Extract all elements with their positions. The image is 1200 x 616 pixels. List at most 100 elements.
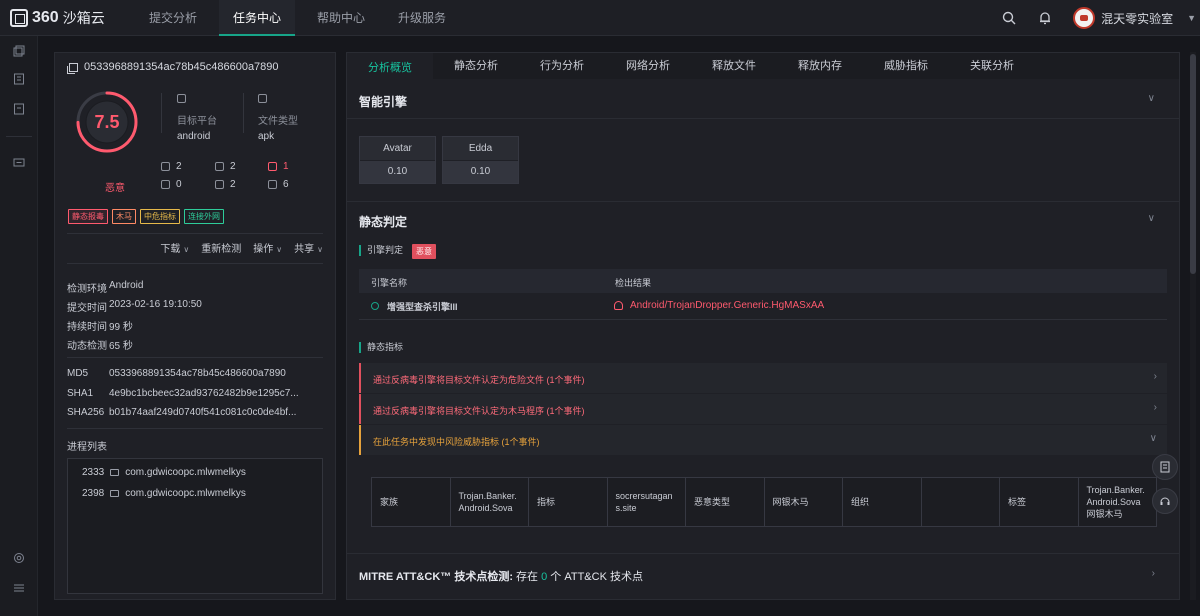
verdict-label: 恶意 xyxy=(105,183,125,194)
tab-overview[interactable]: 分析概览 xyxy=(347,53,433,79)
family-label: 家族 xyxy=(372,478,451,526)
ioc-detail-grid: 家族 Trojan.Banker.Android.Sova 指标 socrers… xyxy=(371,477,1157,527)
user-name[interactable]: 混天零实验室 xyxy=(1101,10,1173,27)
left-rail xyxy=(0,36,38,616)
chevron-right-icon[interactable]: › xyxy=(1152,568,1155,579)
tab-behavior[interactable]: 行为分析 xyxy=(519,53,605,79)
tab-network[interactable]: 网络分析 xyxy=(605,53,691,79)
list-item[interactable]: 2333 com.gdwicoopc.mlwmelkys xyxy=(82,467,246,478)
engine-table-header: 引擎名称 检出结果 xyxy=(359,269,1167,293)
engine-card-avatar: Avatar 0.10 xyxy=(359,136,436,184)
report-rail-icon[interactable] xyxy=(12,72,26,86)
copy-rail-icon[interactable] xyxy=(12,44,26,58)
top-icons: 混天零实验室 ▼ xyxy=(1001,0,1200,36)
report-icon xyxy=(1160,461,1170,473)
chevron-right-icon: › xyxy=(1153,371,1157,382)
indicator-row[interactable]: 通过反病毒引擎将目标文件认定为危险文件 (1个事件) › xyxy=(359,363,1167,393)
report-float-button[interactable] xyxy=(1152,454,1178,480)
stat-docs[interactable]: 0 xyxy=(161,179,182,190)
stat-layers[interactable]: 6 xyxy=(268,179,289,190)
platform-value: android xyxy=(177,131,211,142)
stat-behavior[interactable]: 2 xyxy=(161,161,182,172)
bug-icon xyxy=(614,301,623,310)
tab-threat-indicators[interactable]: 威胁指标 xyxy=(863,53,949,79)
network-icon xyxy=(215,180,224,189)
copy-icon[interactable] xyxy=(67,62,78,74)
threat-score: 7.5 xyxy=(94,111,120,132)
chevron-right-icon: › xyxy=(1153,402,1157,413)
process-list-title: 进程列表 xyxy=(67,442,107,453)
android-icon xyxy=(177,94,186,103)
filetype-value: apk xyxy=(258,131,275,142)
sample-hash: 0533968891354ac78b45c486600a7890 xyxy=(84,61,279,73)
tag-value: Trojan.Banker.Android.Sova 网银木马 xyxy=(1086,485,1145,519)
window-icon xyxy=(110,469,120,476)
divider xyxy=(67,357,323,358)
recheck-button[interactable]: 重新检测 xyxy=(201,240,241,255)
tag[interactable]: 木马 xyxy=(112,209,136,224)
stat-files[interactable]: 2 xyxy=(215,161,236,172)
document-icon xyxy=(161,180,170,189)
tag-label: 标签 xyxy=(1000,478,1079,526)
sha1-row: SHA1 4e9bc1bcbeec32ad93762482b9e1295c7... xyxy=(67,388,299,399)
tab-correlation[interactable]: 关联分析 xyxy=(949,53,1035,79)
stat-threats[interactable]: 1 xyxy=(268,161,289,172)
indicator-label: 指标 xyxy=(529,478,608,526)
user-menu-chevron-icon[interactable]: ▼ xyxy=(1187,13,1196,23)
logo-cube-icon xyxy=(10,9,28,27)
org-label: 组织 xyxy=(843,478,922,526)
col-detect-result: 检出结果 xyxy=(615,278,652,288)
collapse-chevron-icon[interactable]: ∨ xyxy=(1148,213,1155,224)
divider xyxy=(67,428,323,429)
tab-dropped-files[interactable]: 释放文件 xyxy=(691,53,777,79)
support-float-button[interactable] xyxy=(1152,488,1178,514)
platform-label: 目标平台 xyxy=(177,116,217,127)
tab-static[interactable]: 静态分析 xyxy=(433,53,519,79)
share-button[interactable]: 共享 ∨ xyxy=(294,240,323,255)
indicator-row[interactable]: 通过反病毒引擎将目标文件认定为木马程序 (1个事件) › xyxy=(359,394,1167,424)
stat-network[interactable]: 2 xyxy=(215,179,236,190)
avatar[interactable] xyxy=(1073,7,1096,29)
window-icon xyxy=(110,490,120,497)
menu-rail-icon[interactable] xyxy=(12,581,26,595)
tag[interactable]: 连接外网 xyxy=(184,209,224,224)
nav-upgrade[interactable]: 升级服务 xyxy=(387,0,457,36)
sample-summary-panel: 0533968891354ac78b45c486600a7890 7.5 恶意 … xyxy=(54,52,336,600)
nav-submit[interactable]: 提交分析 xyxy=(138,0,208,36)
engine-verdict-label: 引擎判定 xyxy=(359,245,403,256)
divider xyxy=(161,93,162,133)
document-rail-icon[interactable] xyxy=(12,102,26,116)
process-list: 2333 com.gdwicoopc.mlwmelkys 2398 com.gd… xyxy=(67,458,323,594)
files-icon xyxy=(215,162,224,171)
list-item[interactable]: 2398 com.gdwicoopc.mlwmelkys xyxy=(82,488,246,499)
message-rail-icon[interactable] xyxy=(12,156,26,170)
logo-text: 360 xyxy=(32,9,59,26)
env-row: 检测环境 Android xyxy=(67,280,144,295)
collapse-chevron-icon[interactable]: ∨ xyxy=(1148,93,1155,104)
filetype-label: 文件类型 xyxy=(258,116,298,127)
nav-tasks[interactable]: 任务中心 xyxy=(219,0,296,36)
mitre-summary: MITRE ATT&CK™ 技术点检测: 存在 0 个 ATT&CK 技术点 xyxy=(359,571,643,583)
table-row[interactable]: 增强型查杀引擎III Android/TrojanDropper.Generic… xyxy=(359,293,1167,320)
divider xyxy=(67,233,323,234)
tag[interactable]: 静态报毒 xyxy=(68,209,108,224)
indicator-row[interactable]: 在此任务中发现中风险威胁指标 (1个事件) ∨ xyxy=(359,425,1167,455)
operation-button[interactable]: 操作 ∨ xyxy=(253,240,282,255)
bell-icon[interactable] xyxy=(1037,10,1053,26)
action-bar: 下载 ∨ 重新检测 操作 ∨ 共享 ∨ xyxy=(160,240,323,255)
dynamic-row: 动态检测 65 秒 xyxy=(67,341,133,352)
top-bar: 360 沙箱云 提交分析 任务中心 帮助中心 升级服务 混天零实验室 ▼ xyxy=(0,0,1200,36)
sha256-row: SHA256 b01b74aaf249d0740f541c081c0c0de4bf… xyxy=(67,407,297,418)
download-button[interactable]: 下载 ∨ xyxy=(160,240,189,255)
tag-list: 静态报毒 木马 中危指标 连接外网 xyxy=(68,209,224,224)
divider xyxy=(243,93,244,133)
search-icon[interactable] xyxy=(1001,10,1017,26)
nav-help[interactable]: 帮助中心 xyxy=(306,0,376,36)
malware-type-value: 网银木马 xyxy=(765,478,843,526)
tab-dropped-memory[interactable]: 释放内存 xyxy=(777,53,863,79)
static-indicators-label: 静态指标 xyxy=(359,342,403,353)
scrollbar-thumb[interactable] xyxy=(1190,54,1196,274)
settings-rail-icon[interactable] xyxy=(12,551,26,565)
logo[interactable]: 360 沙箱云 xyxy=(10,8,105,28)
tag[interactable]: 中危指标 xyxy=(140,209,180,224)
